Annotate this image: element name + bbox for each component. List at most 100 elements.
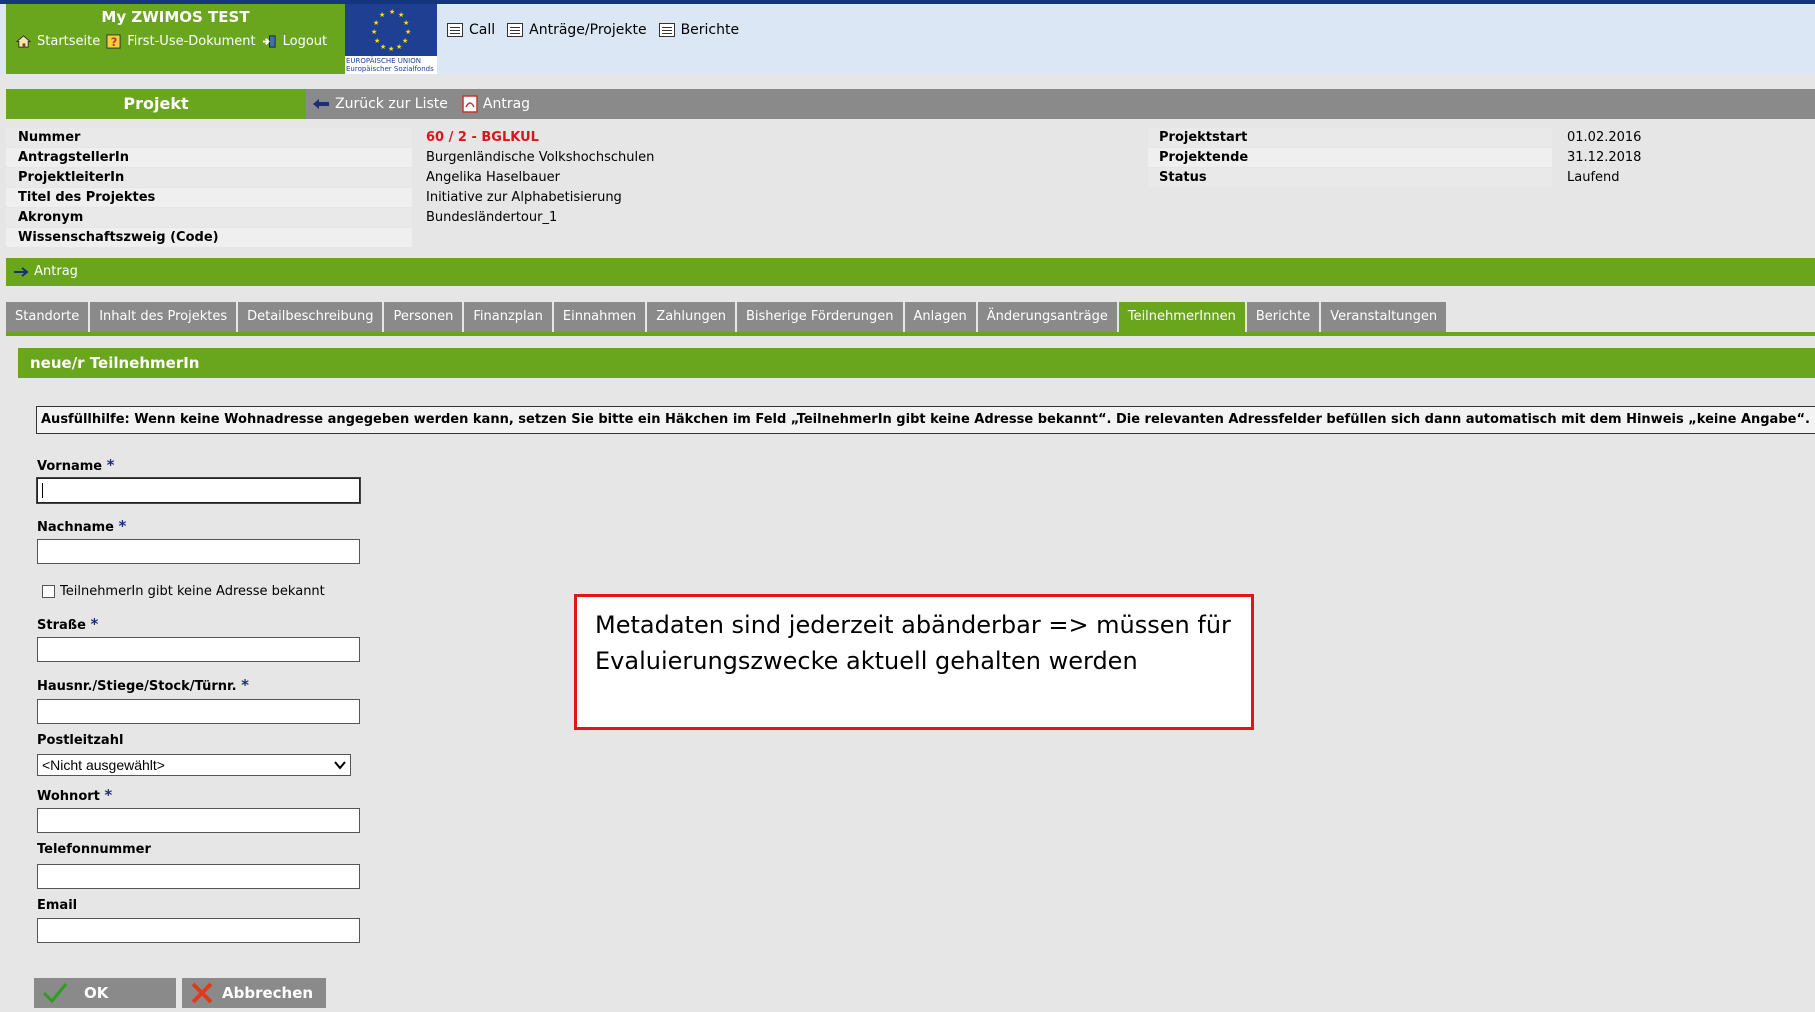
arrow-right-icon (14, 266, 29, 277)
no-address-label: TeilnehmerIn gibt keine Adresse bekannt (60, 584, 325, 599)
startseite-link[interactable]: Startseite (37, 34, 100, 49)
antrag-pdf-link[interactable]: Antrag (462, 95, 530, 113)
tab-veranstaltungen[interactable]: Veranstaltungen (1321, 302, 1447, 332)
hausnr-input[interactable] (37, 699, 360, 724)
tab-finanzplan[interactable]: Finanzplan (464, 302, 552, 332)
svg-text:★: ★ (398, 11, 404, 19)
hausnr-label: Hausnr./Stiege/Stock/Türnr. * (37, 676, 249, 694)
label-antragsteller: AntragstellerIn (6, 148, 412, 167)
wohnort-label: Wohnort * (37, 786, 112, 804)
nachname-label: Nachname * (37, 517, 126, 535)
eu-text-line2: Europäischer Sozialfonds (346, 65, 434, 73)
email-input[interactable] (37, 918, 360, 943)
tab-einnahmen[interactable]: Einnahmen (553, 302, 646, 332)
value-antragsteller: Burgenländische Volkshochschulen (426, 150, 655, 165)
pdf-icon (462, 95, 478, 113)
nav-antraege-projekte[interactable]: Anträge/Projekte (507, 22, 647, 38)
tab-personen[interactable]: Personen (384, 302, 463, 332)
ok-button[interactable]: OK (34, 978, 176, 1008)
required-mark: * (106, 456, 115, 474)
plz-label: Postleitzahl (37, 733, 124, 748)
tab-anlagen[interactable]: Anlagen (904, 302, 976, 332)
form-title: neue/r TeilnehmerIn (18, 348, 1815, 378)
wohnort-input[interactable] (37, 808, 360, 833)
app-box: My ZWIMOS TEST Startseite ? First-Use-Do… (6, 4, 345, 74)
close-icon (191, 982, 213, 1004)
vorname-label-text: Vorname (37, 459, 103, 474)
required-mark: * (241, 676, 249, 694)
svg-text:★: ★ (373, 19, 379, 27)
svg-text:★: ★ (371, 28, 377, 36)
back-label: Zurück zur Liste (335, 96, 448, 112)
checkmark-icon (42, 983, 68, 1004)
nav-call[interactable]: Call (447, 22, 495, 38)
label-wissenschaftszweig: Wissenschaftszweig (Code) (6, 228, 412, 247)
tab-bar: Standorte Inhalt des Projektes Detailbes… (6, 302, 1447, 332)
logout-link[interactable]: Logout (283, 34, 328, 49)
svg-text:★: ★ (402, 37, 408, 45)
eu-text: EUROPÄISCHE UNION Europäischer Sozialfon… (345, 56, 437, 74)
no-address-checkbox[interactable] (42, 585, 55, 598)
logout-icon (262, 35, 276, 48)
nav-call-label: Call (469, 22, 496, 38)
antrag-label: Antrag (482, 96, 531, 112)
tab-detailbeschreibung[interactable]: Detailbeschreibung (238, 302, 383, 332)
tab-zahlungen[interactable]: Zahlungen (647, 302, 735, 332)
tab-aenderungsantraege[interactable]: Änderungsanträge (977, 302, 1117, 332)
nav-berichte[interactable]: Berichte (658, 22, 740, 38)
hausnr-label-text: Hausnr./Stiege/Stock/Türnr. (37, 679, 237, 694)
telefon-label: Telefonnummer (37, 842, 151, 857)
required-mark: * (90, 615, 99, 633)
list-icon (658, 23, 675, 37)
eu-logo: ★ ★ ★ ★ ★ ★ ★ ★ ★ ★ ★ ★ EUROPÄISCHE UNION Europäi… (345, 4, 437, 74)
nachname-input[interactable] (37, 539, 360, 564)
telefon-input[interactable] (37, 864, 360, 889)
svg-text:★: ★ (379, 11, 385, 19)
label-nummer: Nummer (6, 128, 412, 147)
label-titel: Titel des Projektes (6, 188, 412, 207)
tab-foerderungen[interactable]: Bisherige Förderungen (737, 302, 903, 332)
wohnort-label-text: Wohnort (37, 789, 100, 804)
home-icon (16, 35, 31, 48)
svg-text:★: ★ (403, 19, 409, 27)
strasse-label: Straße * (37, 615, 98, 633)
tab-standorte[interactable]: Standorte (6, 302, 89, 332)
back-to-list-link[interactable]: Zurück zur Liste (312, 96, 448, 112)
required-mark: * (104, 786, 113, 804)
strasse-input[interactable] (37, 637, 360, 662)
list-icon (507, 23, 524, 37)
tab-berichte[interactable]: Berichte (1246, 302, 1320, 332)
app-title: My ZWIMOS TEST (101, 8, 250, 26)
project-links: Zurück zur Liste Antrag (312, 89, 530, 119)
antrag-bar[interactable]: Antrag (6, 258, 1815, 286)
label-projektende: Projektende (1148, 148, 1552, 167)
nachname-label-text: Nachname (37, 520, 115, 535)
nav-berichte-label: Berichte (680, 22, 740, 38)
svg-text:★: ★ (396, 43, 402, 51)
list-icon (447, 23, 463, 37)
text-cursor (42, 483, 43, 498)
tab-teilnehmerinnen[interactable]: TeilnehmerInnen (1118, 302, 1245, 332)
eu-text-line1: EUROPÄISCHE UNION (346, 57, 421, 65)
value-status: Laufend (1567, 170, 1620, 185)
svg-text:★: ★ (388, 45, 394, 53)
svg-text:★: ★ (380, 43, 386, 51)
arrow-left-icon (313, 99, 329, 109)
cancel-button[interactable]: Abbrechen (182, 978, 326, 1008)
label-akronym: Akronym (6, 208, 412, 227)
value-projektstart: 01.02.2016 (1567, 130, 1642, 145)
top-nav: Call Anträge/Projekte Berichte (447, 22, 739, 38)
required-mark: * (118, 517, 127, 535)
vorname-input[interactable] (36, 477, 361, 504)
value-projektende: 31.12.2018 (1567, 150, 1642, 165)
project-title: Projekt (6, 89, 306, 119)
tab-inhalt[interactable]: Inhalt des Projektes (90, 302, 237, 332)
header-links: Startseite ? First-Use-Dokument Logout (16, 34, 327, 49)
svg-text:★: ★ (389, 8, 395, 16)
first-use-link[interactable]: First-Use-Dokument (127, 34, 255, 49)
value-akronym: Bundesländertour_1 (426, 210, 558, 225)
hint-box: Ausfüllhilfe: Wenn keine Wohnadresse ang… (36, 406, 1815, 434)
value-titel: Initiative zur Alphabetisierung (426, 190, 622, 205)
svg-text:★: ★ (374, 37, 380, 45)
plz-select[interactable]: <Nicht ausgewählt> (37, 754, 351, 776)
